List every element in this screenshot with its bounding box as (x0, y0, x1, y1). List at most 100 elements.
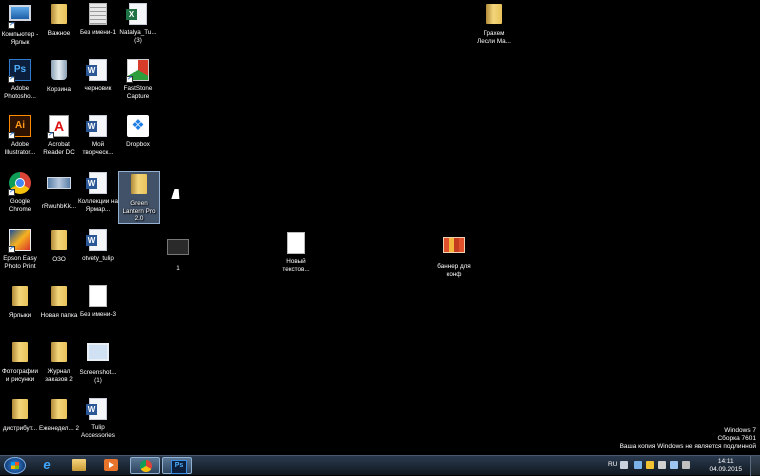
windows-activation-watermark: Windows 7 Сборка 7601 Ваша копия Windows… (620, 427, 756, 451)
clock-time: 14:11 (717, 458, 734, 465)
desktop-item[interactable]: Ярлыки (0, 284, 40, 320)
watermark-os-name: Windows 7 (724, 427, 756, 434)
shortcut-arrow-icon: ↗ (8, 132, 15, 139)
faststone-capture-icon: ↗ (126, 59, 150, 83)
folder-icon (127, 174, 151, 198)
taskbar-chrome-button[interactable] (130, 457, 160, 474)
icon-glyph (12, 342, 28, 362)
desktop-item[interactable]: черновик (78, 58, 118, 93)
word-document-icon (86, 115, 110, 139)
desktop-item[interactable]: Green Lantern Pro 2.0 (118, 171, 160, 224)
folder-icon (482, 4, 506, 28)
icon-glyph (51, 286, 67, 306)
desktop-item-label: Green Lantern Pro 2.0 (122, 200, 156, 223)
desktop-item[interactable]: ↗ Google Chrome (0, 171, 40, 213)
taskbar-internet-explorer-button[interactable]: e (32, 457, 62, 474)
desktop-item[interactable]: Tulip Accessories (78, 397, 118, 439)
desktop-item[interactable]: otvety_tulip (78, 228, 118, 263)
desktop-item[interactable]: Natalya_Tu... (3) (118, 2, 158, 44)
network-icon[interactable] (634, 461, 642, 469)
desktop-item[interactable]: ↗ Epson Easy Photo Print (0, 228, 40, 270)
desktop-item-label: Еженедел... 2 (39, 425, 79, 432)
taskbar-explorer-button[interactable] (64, 457, 94, 474)
desktop-item[interactable]: дистрибут... (0, 397, 40, 433)
desktop-item-label: черновик (84, 85, 112, 92)
folder-icon (47, 4, 71, 28)
dropbox-icon: ❖ (126, 115, 150, 139)
icon-glyph (51, 4, 67, 24)
desktop-item[interactable]: Фотографии и рисунки (0, 340, 40, 383)
icon-glyph (9, 5, 31, 21)
desktop-item[interactable]: ↗ FastStone Capture (118, 58, 158, 100)
desktop-item[interactable]: Важное (39, 2, 79, 38)
desktop-item[interactable]: Коллекции на Ярмар... (78, 171, 118, 213)
icon-glyph (12, 286, 28, 306)
icon-glyph (89, 285, 107, 307)
word-document-icon (86, 229, 110, 253)
desktop-item[interactable]: Грахем Лесли Ма... (474, 2, 514, 45)
desktop-item[interactable]: ❖ Dropbox (118, 114, 158, 149)
desktop-item[interactable]: Ai ↗ Adobe Illustrator... (0, 114, 40, 156)
folder-icon (8, 342, 32, 366)
clock[interactable]: 14:11 04.09.2015 (709, 458, 742, 474)
watermark-build: Сборка 7601 (717, 435, 756, 442)
volume-icon[interactable] (670, 461, 678, 469)
watermark-not-genuine-notice: Ваша копия Windows не является подлинной (619, 443, 756, 450)
desktop-item[interactable]: Еженедел... 2 (39, 397, 79, 433)
desktop[interactable]: ↗ Компьютер - Ярлык Важное Без имени-1Natal… (0, 0, 760, 455)
desktop-item[interactable]: Screenshot... (1) (78, 340, 118, 384)
shortcut-arrow-icon: ↗ (8, 76, 15, 83)
taskbar-media-player-button[interactable] (96, 457, 126, 474)
text-document-icon (284, 232, 308, 256)
document-icon (86, 3, 110, 27)
show-desktop-button[interactable] (750, 456, 760, 476)
taskbar-photoshop-button[interactable]: Ps (162, 457, 192, 474)
desktop-item-label: Корзина (47, 86, 71, 93)
desktop-item-label: Без имени-3 (79, 311, 117, 318)
desktop-item[interactable]: Ps ↗ Adobe Photosho... (0, 58, 40, 100)
keyboard-icon[interactable] (620, 461, 628, 469)
desktop-item[interactable]: Журнал заказов 2 (39, 340, 79, 383)
power-icon[interactable] (682, 461, 690, 469)
desktop-item[interactable]: rRwuhbKk... (39, 171, 79, 211)
icon-glyph (51, 60, 67, 80)
desktop-item-label: rRwuhbKk... (41, 203, 77, 210)
icon-glyph (89, 3, 107, 25)
folder-icon (72, 459, 86, 471)
shortcut-arrow-icon: ↗ (8, 246, 15, 253)
desktop-item[interactable]: A ↗ Acrobat Reader DC (39, 114, 79, 156)
desktop-item-label: Мой творческ... (82, 141, 114, 156)
desktop-item[interactable]: Без имени-3 (78, 284, 118, 319)
icon-glyph (86, 398, 107, 420)
icon-glyph (47, 177, 71, 189)
language-indicator[interactable]: RU (608, 461, 617, 468)
desktop-item-label: ОЗО (52, 256, 66, 263)
icon-glyph (12, 399, 28, 419)
image-file-icon (47, 177, 71, 201)
desktop-item-label: Tulip Accessories (81, 424, 115, 439)
desktop-item[interactable]: ↗ Компьютер - Ярлык (0, 2, 40, 46)
shortcut-arrow-icon: ↗ (8, 189, 15, 196)
desktop-item-label: Epson Easy Photo Print (3, 255, 37, 270)
folder-icon (47, 286, 71, 310)
desktop-item-label: 1 (176, 265, 180, 272)
icon-glyph (86, 229, 107, 251)
desktop-item[interactable]: Новая папка (39, 284, 79, 320)
desktop-item[interactable]: баннер для конф (434, 233, 474, 278)
desktop-item[interactable]: Корзина (39, 58, 79, 94)
desktop-item[interactable]: 1 (158, 235, 198, 273)
start-button[interactable] (4, 457, 26, 474)
icon-glyph (86, 172, 107, 194)
action-center-icon[interactable] (658, 461, 666, 469)
desktop-item[interactable]: ОЗО (39, 228, 79, 264)
desktop-item[interactable]: Без имени-1 (78, 2, 118, 37)
desktop-item-label: баннер для конф (437, 263, 471, 278)
desktop-item-label: Google Chrome (8, 198, 32, 213)
icon-glyph (86, 59, 107, 81)
desktop-item[interactable]: Новый текстов... (276, 231, 316, 273)
desktop-item-label: Фотографии и рисунки (2, 368, 38, 383)
icon-glyph (51, 230, 67, 250)
desktop-item-label: Без имени-1 (79, 29, 117, 36)
dropbox-tray-icon[interactable] (646, 461, 654, 469)
desktop-item[interactable]: Мой творческ... (78, 114, 118, 156)
